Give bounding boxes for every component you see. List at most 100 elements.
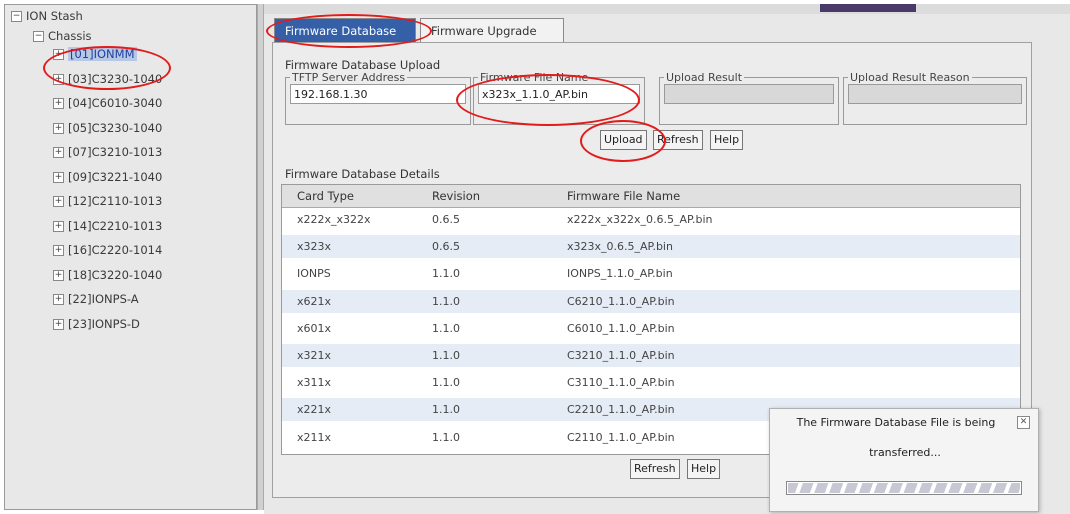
column-header[interactable]: Revision — [432, 185, 480, 207]
card-type-cell: x221x — [297, 403, 332, 417]
tree-node-label: [14]C2210-1013 — [68, 218, 163, 233]
tree-node[interactable]: + [23]IONPS-D — [53, 315, 140, 333]
tree-node[interactable]: + [16]C2220-1014 — [53, 241, 162, 259]
expand-icon[interactable]: + — [53, 147, 64, 158]
revision-cell: 1.1.0 — [432, 321, 460, 335]
expand-icon[interactable]: + — [53, 171, 64, 183]
expand-icon[interactable]: + — [53, 73, 64, 85]
tftp-label: TFTP Server Address — [292, 71, 406, 84]
card-type-cell: x211x — [297, 430, 332, 444]
tree-root[interactable]: − ION Stash — [11, 7, 83, 25]
tree-node-label: [23]IONPS-D — [68, 316, 140, 331]
tree-node-label: [04]C6010-3040 — [68, 96, 163, 110]
expand-icon[interactable]: + — [53, 98, 64, 109]
tftp-group: TFTP Server Address 192.168.1.30 — [285, 71, 471, 125]
expand-icon[interactable]: + — [53, 196, 64, 207]
collapse-icon[interactable]: − — [11, 11, 22, 22]
details-help-button[interactable]: Help — [687, 459, 721, 479]
file-name-cell: C2110_1.1.0_AP.bin — [567, 430, 675, 444]
upload-reason-label: Upload Result Reason — [850, 71, 970, 84]
file-name-cell: C6010_1.1.0_AP.bin — [567, 321, 675, 335]
file-name-cell: x222x_x322x_0.6.5_AP.bin — [567, 213, 713, 226]
tree-node[interactable]: + [07]C3210-1013 — [53, 143, 162, 161]
tab-firmware-upgrade[interactable]: Firmware Upgrade — [420, 18, 564, 42]
tree-node-label: [16]C2220-1014 — [68, 243, 163, 257]
tree-node-label: [05]C3230-1040 — [68, 120, 163, 135]
card-type-cell: x222x_x322x — [297, 213, 371, 226]
table-row[interactable]: x621x 1.1.0 C6210_1.1.0_AP.bin — [282, 289, 1020, 313]
column-header[interactable]: Firmware File Name — [567, 185, 680, 207]
card-type-cell: x311x — [297, 376, 332, 390]
tree-node[interactable]: + [01]IONMM — [53, 45, 137, 63]
details-section-title: Firmware Database Details — [285, 167, 440, 181]
tree-node[interactable]: + [09]C3221-1040 — [53, 168, 162, 186]
tree-node[interactable]: + [03]C3230-1040 — [53, 70, 162, 88]
file-name-label: Firmware File Name — [480, 71, 589, 84]
tab-label: Firmware Database — [285, 24, 397, 38]
tree-node[interactable]: + [14]C2210-1013 — [53, 217, 162, 235]
tree-node-label: [01]IONMM — [68, 47, 137, 61]
tree-chassis-label: Chassis — [48, 29, 92, 43]
upload-result-label: Upload Result — [666, 71, 743, 84]
tree-chassis[interactable]: − Chassis — [33, 27, 92, 45]
card-type-cell: x621x — [297, 294, 332, 308]
tree-node-label: [22]IONPS-A — [68, 292, 139, 306]
expand-icon[interactable]: + — [53, 220, 64, 232]
table-row[interactable]: x222x_x322x 0.6.5 x222x_x322x_0.6.5_AP.bin — [282, 208, 1020, 231]
progress-bar — [786, 481, 1022, 495]
table-row[interactable]: x601x 1.1.0 C6010_1.1.0_AP.bin — [282, 316, 1020, 340]
details-refresh-button[interactable]: Refresh — [630, 459, 680, 479]
revision-cell: 1.1.0 — [432, 430, 460, 444]
tftp-server-field[interactable]: 192.168.1.30 — [290, 84, 466, 104]
tree-node-label: [07]C3210-1013 — [68, 145, 163, 159]
table-row[interactable]: x321x 1.1.0 C3210_1.1.0_AP.bin — [282, 344, 1020, 367]
expand-icon[interactable]: + — [53, 122, 64, 134]
file-name-group: Firmware File Name x323x_1.1.0_AP.bin — [473, 71, 645, 125]
help-button[interactable]: Help — [710, 130, 744, 150]
tree-node[interactable]: + [04]C6010-3040 — [53, 94, 162, 112]
dialog-message-line2: transferred... — [869, 446, 941, 459]
tab-label: Firmware Upgrade — [431, 24, 537, 38]
top-bar — [264, 4, 1070, 14]
file-name-cell: C6210_1.1.0_AP.bin — [567, 294, 675, 308]
panel-splitter[interactable] — [257, 4, 264, 510]
collapse-icon[interactable]: − — [33, 31, 44, 42]
tab-firmware-database[interactable]: Firmware Database — [274, 18, 416, 42]
expand-icon[interactable]: + — [53, 49, 64, 60]
revision-cell: 1.1.0 — [432, 294, 460, 308]
upload-result-field — [664, 84, 834, 104]
card-type-cell: x323x — [297, 240, 332, 254]
expand-icon[interactable]: + — [53, 245, 64, 256]
tree-node[interactable]: + [22]IONPS-A — [53, 290, 139, 308]
firmware-file-field[interactable]: x323x_1.1.0_AP.bin — [478, 84, 640, 104]
tree-node-label: [12]C2110-1013 — [68, 194, 163, 208]
revision-cell: 1.1.0 — [432, 267, 460, 281]
tree-node-label: [18]C3220-1040 — [68, 267, 163, 282]
expand-icon[interactable]: + — [53, 294, 64, 305]
expand-icon[interactable]: + — [53, 269, 64, 281]
tree-root-label: ION Stash — [26, 9, 83, 23]
upload-result-group: Upload Result — [659, 71, 839, 125]
progress-dialog: The Firmware Database File is being ✕ tr… — [769, 408, 1039, 512]
card-type-cell: x601x — [297, 321, 332, 335]
file-name-cell: C3210_1.1.0_AP.bin — [567, 349, 675, 362]
table-row[interactable]: IONPS 1.1.0 IONPS_1.1.0_AP.bin — [282, 262, 1020, 286]
upload-button[interactable]: Upload — [600, 130, 647, 150]
column-header[interactable]: Card Type — [297, 185, 354, 207]
revision-cell: 1.1.0 — [432, 376, 460, 390]
upload-reason-field — [848, 84, 1022, 104]
table-row[interactable]: x311x 1.1.0 C3110_1.1.0_AP.bin — [282, 371, 1020, 395]
expand-icon[interactable]: + — [53, 318, 64, 330]
tree-node[interactable]: + [05]C3230-1040 — [53, 119, 162, 137]
close-icon[interactable]: ✕ — [1017, 416, 1030, 429]
tree-panel: − ION Stash − Chassis + [01]IONMM + [03]C3230… — [4, 4, 257, 510]
revision-cell: 0.6.5 — [432, 240, 460, 254]
tree-node[interactable]: + [18]C3220-1040 — [53, 266, 162, 284]
tree-node[interactable]: + [12]C2110-1013 — [53, 192, 162, 210]
tree-node-label: [03]C3230-1040 — [68, 71, 163, 86]
table-row[interactable]: x323x 0.6.5 x323x_0.6.5_AP.bin — [282, 235, 1020, 259]
card-type-cell: IONPS — [297, 267, 331, 281]
upload-section-title: Firmware Database Upload — [285, 58, 441, 72]
refresh-button[interactable]: Refresh — [653, 130, 703, 150]
table-header: Card Type Revision Firmware File Name — [282, 185, 1020, 208]
